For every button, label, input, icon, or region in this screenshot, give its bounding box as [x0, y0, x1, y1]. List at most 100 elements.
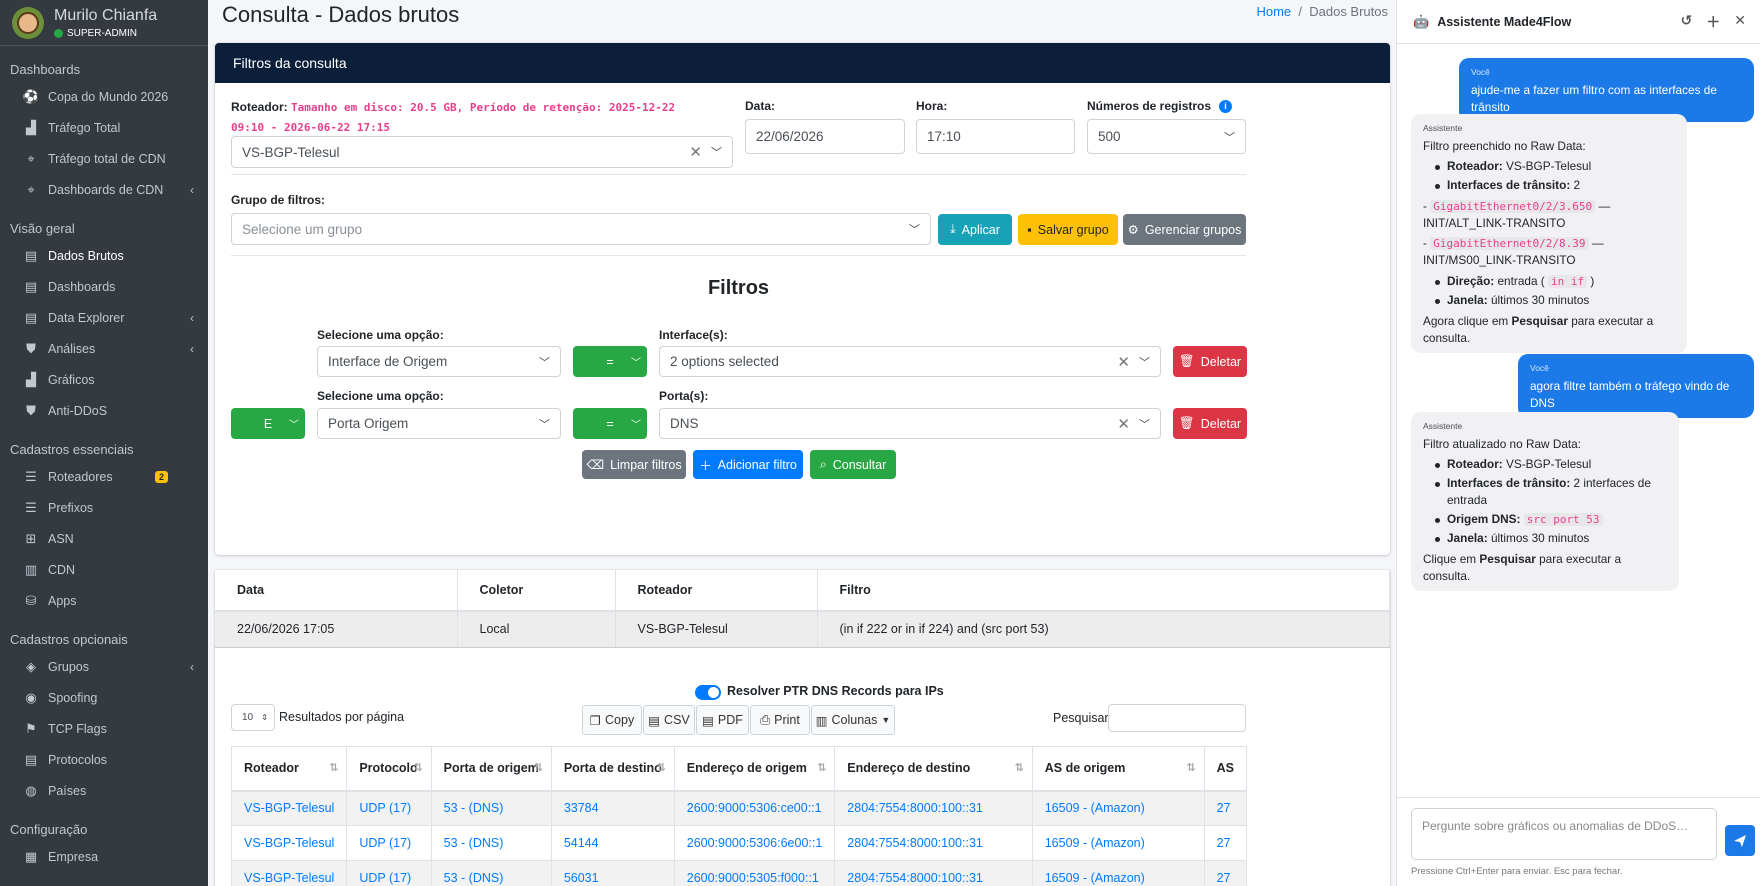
sidebar-item[interactable]: ⛊ Análises ‹: [0, 333, 208, 364]
chevron-down-icon: ﹀: [1139, 418, 1150, 431]
assistant-message: Assistente Filtro preenchido no Raw Data…: [1411, 114, 1687, 353]
sidebar-item[interactable]: ▦ Empresa: [0, 841, 208, 872]
robot-icon: 🤖: [1413, 13, 1430, 29]
add-filter-button[interactable]: ＋ Adicionar filtro: [693, 450, 803, 479]
operator-select[interactable]: = ﹀: [573, 408, 647, 439]
group-select[interactable]: Selecione um grupo ﹀: [231, 213, 931, 245]
router-select[interactable]: VS-BGP-Telesul ✕ ﹀: [231, 136, 733, 168]
sidebar-item[interactable]: ▤ Dashboards: [0, 271, 208, 302]
list-icon: ☰: [25, 468, 37, 484]
column-header[interactable]: Roteador ⇅: [230, 746, 348, 792]
chat-input[interactable]: Pergunte sobre gráficos ou anomalias de …: [1411, 808, 1717, 860]
column-header[interactable]: Endereço de destino ⇅: [834, 746, 1033, 792]
save-group-button[interactable]: ▪ Salvar grupo: [1018, 214, 1118, 245]
history-icon[interactable]: ↺: [1681, 12, 1693, 32]
logic-operator-select[interactable]: E ﹀: [231, 408, 305, 439]
table-cell-link[interactable]: UDP (17): [346, 825, 432, 861]
table-cell-link[interactable]: 16509 - (Amazon): [1031, 825, 1205, 861]
sidebar-item[interactable]: ☰ Roteadores 2: [0, 461, 208, 492]
trash-icon: 🗑: [1178, 416, 1195, 430]
sidebar-item[interactable]: ▥ CDN: [0, 554, 208, 585]
sidebar-item-label: Apps: [48, 593, 77, 608]
operator-select[interactable]: = ﹀: [573, 346, 647, 377]
clear-icon[interactable]: ✕: [1117, 415, 1130, 433]
clear-icon[interactable]: ✕: [689, 143, 702, 161]
send-button[interactable]: [1725, 825, 1755, 856]
manage-groups-button[interactable]: ⚙ Gerenciar grupos: [1123, 214, 1246, 245]
table-cell-link[interactable]: UDP (17): [346, 860, 432, 886]
sidebar-item[interactable]: ☰ Prefixos: [0, 492, 208, 523]
sidebar-item[interactable]: ▤ Dados Brutos: [0, 240, 208, 271]
sidebar-item[interactable]: ▟ Gráficos: [0, 364, 208, 395]
delete-filter-button[interactable]: 🗑 Deletar: [1173, 408, 1247, 439]
table-cell-link[interactable]: 2804:7554:8000:100::31: [834, 790, 1033, 826]
sidebar-item[interactable]: ⌖ Tráfego total de CDN: [0, 143, 208, 174]
sidebar-item-label: Dados Brutos: [48, 248, 124, 263]
query-button[interactable]: ⌕ Consultar: [810, 450, 896, 479]
table-cell-link[interactable]: 27: [1203, 860, 1247, 886]
column-header[interactable]: Porta de origem ⇅: [430, 746, 552, 792]
time-input[interactable]: 17:10: [916, 119, 1075, 154]
sidebar-item-label: Dashboards: [48, 279, 116, 294]
table-cell-link[interactable]: 2600:9000:5305:f000::1: [673, 860, 836, 886]
info-icon[interactable]: i: [1219, 99, 1233, 113]
clear-icon[interactable]: ✕: [1117, 353, 1130, 371]
date-input[interactable]: 22/06/2026: [745, 119, 905, 154]
sidebar-item[interactable]: ◈ Grupos ‹: [0, 651, 208, 682]
table-cell-link[interactable]: 2804:7554:8000:100::31: [834, 860, 1033, 886]
sidebar-item[interactable]: ⊞ ASN: [0, 523, 208, 554]
apply-group-button[interactable]: ⤓ Aplicar: [938, 214, 1012, 245]
table-cell-link[interactable]: 53 - (DNS): [430, 860, 552, 886]
table-cell-link[interactable]: VS-BGP-Telesul: [230, 790, 348, 826]
table-cell-link[interactable]: VS-BGP-Telesul: [230, 860, 348, 886]
user-panel[interactable]: Murilo Chianfa SUPER-ADMIN: [0, 0, 208, 46]
router-label: Roteador:: [231, 100, 288, 114]
table-cell-link[interactable]: 53 - (DNS): [430, 790, 552, 826]
table-cell-link[interactable]: 27: [1203, 825, 1247, 861]
table-cell-link[interactable]: 2600:9000:5306:ce00::1: [673, 790, 836, 826]
sidebar-item[interactable]: ▤ Protocolos: [0, 744, 208, 775]
table-cell-link[interactable]: 54144: [550, 825, 675, 861]
table-cell-link[interactable]: 56031: [550, 860, 675, 886]
column-header[interactable]: Porta de destino ⇅: [550, 746, 675, 792]
column-header[interactable]: AS de origem ⇅: [1031, 746, 1205, 792]
filter-option-select[interactable]: Porta Origem ﹀: [317, 408, 561, 439]
table-cell-link[interactable]: 16509 - (Amazon): [1031, 790, 1205, 826]
sidebar-item[interactable]: ◉ Spoofing: [0, 682, 208, 713]
input-hint: Pressione Ctrl+Enter para enviar. Esc pa…: [1411, 866, 1623, 877]
sidebar-item[interactable]: ⌖ Dashboards de CDN ‹: [0, 174, 208, 205]
sort-icon: ⇅: [656, 762, 666, 775]
table-cell-link[interactable]: 33784: [550, 790, 675, 826]
delete-filter-button[interactable]: 🗑 Deletar: [1173, 346, 1247, 377]
filter-option-select[interactable]: Interface de Origem ﹀: [317, 346, 561, 377]
chevron-down-icon: ﹀: [711, 147, 722, 159]
table-cell-link[interactable]: 2600:9000:5306:6e00::1: [673, 825, 836, 861]
column-header[interactable]: Protocolo ⇅: [346, 746, 432, 792]
column-header[interactable]: AS: [1203, 746, 1247, 792]
table-cell-link[interactable]: 16509 - (Amazon): [1031, 860, 1205, 886]
sidebar-item[interactable]: ▟ Tráfego Total: [0, 112, 208, 143]
new-chat-icon[interactable]: ＋: [1706, 12, 1720, 32]
sidebar-item[interactable]: ◍ Países: [0, 775, 208, 806]
records-select[interactable]: 500 ﹀: [1087, 119, 1246, 154]
sidebar-item[interactable]: ⛁ Apps: [0, 585, 208, 616]
records-label: Números de registros: [1087, 99, 1212, 113]
ports-select[interactable]: DNS ✕ ﹀: [659, 408, 1161, 439]
breadcrumb-home[interactable]: Home: [1256, 4, 1291, 19]
chart-icon: ▟: [26, 119, 36, 135]
column-header[interactable]: Endereço de origem ⇅: [673, 746, 836, 792]
sidebar-item[interactable]: ▤ Data Explorer ‹: [0, 302, 208, 333]
sidebar-item[interactable]: ⚽ Copa do Mundo 2026: [0, 81, 208, 112]
table-cell-link[interactable]: 2804:7554:8000:100::31: [834, 825, 1033, 861]
clear-filters-button[interactable]: ⌫ Limpar filtros: [582, 450, 686, 479]
sidebar-item[interactable]: ⛊ Anti-DDoS: [0, 395, 208, 426]
table-cell-link[interactable]: VS-BGP-Telesul: [230, 825, 348, 861]
close-icon[interactable]: ✕: [1734, 12, 1746, 32]
interfaces-select[interactable]: 2 options selected ✕ ﹀: [659, 346, 1161, 377]
group-label: Grupo de filtros:: [231, 193, 325, 207]
table-cell-link[interactable]: 27: [1203, 790, 1247, 826]
table-cell-link[interactable]: UDP (17): [346, 790, 432, 826]
sidebar-item[interactable]: ⚑ TCP Flags: [0, 713, 208, 744]
search-icon: ⌕: [819, 457, 827, 471]
table-cell-link[interactable]: 53 - (DNS): [430, 825, 552, 861]
